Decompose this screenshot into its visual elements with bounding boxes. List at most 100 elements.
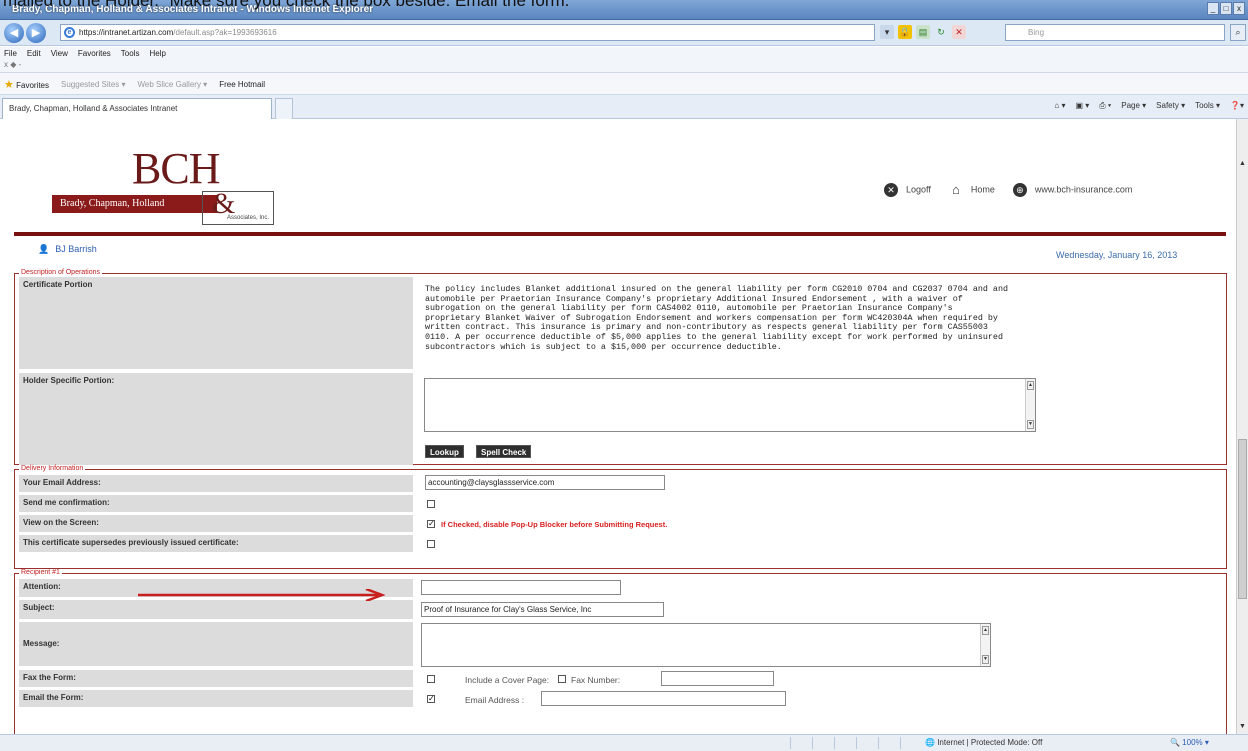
scroll-thumb[interactable]: [1238, 439, 1247, 599]
supersede-label: This certificate supersedes previously i…: [19, 535, 413, 552]
new-tab-button[interactable]: [275, 98, 293, 119]
description-section: Description of Operations Certificate Po…: [14, 269, 1227, 465]
tab-bar: Brady, Chapman, Holland & Associates Int…: [0, 95, 1248, 119]
certificate-text: The policy includes Blanket additional i…: [425, 284, 1008, 352]
fax-number-input[interactable]: [661, 671, 774, 686]
subject-label: Subject:: [19, 600, 413, 619]
holder-textarea[interactable]: ▲ ▼: [424, 378, 1036, 432]
lookup-button[interactable]: Lookup: [425, 445, 464, 458]
bch-logo: BCH Brady, Chapman, Holland & Associates…: [52, 143, 282, 229]
popup-warning: If Checked, disable Pop-Up Blocker befor…: [441, 520, 668, 529]
dropdown-icon[interactable]: ▾: [880, 25, 894, 39]
fax-number-label: Fax Number:: [571, 675, 621, 685]
url-host: https://intranet.artizan.com: [79, 28, 174, 37]
delivery-legend: Delivery Information: [21, 465, 84, 472]
logoff-icon: ✕: [884, 183, 898, 197]
security-zone[interactable]: 🌐 Internet | Protected Mode: Off: [925, 738, 1042, 747]
send-confirm-checkbox[interactable]: [427, 500, 435, 508]
message-textarea[interactable]: ▲ ▼: [421, 623, 991, 667]
email-form-checkbox[interactable]: ✓: [427, 695, 435, 703]
menu-tools[interactable]: Tools: [121, 49, 140, 58]
address-buttons: ▾ 🔒 ▤ ↻ ✕: [880, 25, 966, 39]
lock-icon[interactable]: 🔒: [898, 25, 912, 39]
subject-input[interactable]: Proof of Insurance for Clay's Glass Serv…: [421, 602, 664, 617]
globe-icon: 🌐: [925, 738, 935, 747]
safety-menu[interactable]: Safety ▾: [1156, 101, 1185, 111]
header-links: ✕ Logoff ⌂ Home ⊕ www.bch-insurance.com: [884, 183, 1132, 197]
tools-menu[interactable]: Tools ▾: [1195, 101, 1220, 111]
free-hotmail-link[interactable]: Free Hotmail: [219, 80, 265, 89]
description-legend: Description of Operations: [21, 269, 100, 276]
supersede-checkbox[interactable]: [427, 540, 435, 548]
holder-scrollbar[interactable]: ▲ ▼: [1025, 379, 1035, 431]
compat-view-icon[interactable]: ▤: [916, 25, 930, 39]
email-address-label: Email Address :: [465, 695, 525, 705]
feeds-icon[interactable]: ▣ ▾: [1075, 101, 1089, 111]
current-date: Wednesday, January 16, 2013: [1056, 250, 1178, 260]
menu-edit[interactable]: Edit: [27, 49, 41, 58]
suggested-sites-link[interactable]: Suggested Sites ▾: [61, 80, 126, 89]
fax-label: Fax the Form:: [19, 670, 413, 687]
scroll-up-icon[interactable]: ▲: [1238, 159, 1247, 169]
user-name[interactable]: 👤 BJ Barrish: [38, 244, 97, 255]
search-input[interactable]: Bing: [1005, 24, 1225, 41]
spellcheck-button[interactable]: Spell Check: [476, 445, 532, 458]
menu-bar: File Edit View Favorites Tools Help x ◆ …: [0, 47, 1248, 73]
page-menu[interactable]: Page ▾: [1121, 101, 1146, 111]
url-path: /default.asp?ak=1993693616: [173, 28, 277, 37]
email-input[interactable]: accounting@claysglassservice.com: [425, 475, 665, 490]
user-icon: 👤: [38, 244, 50, 254]
cover-page-label: Include a Cover Page:: [465, 675, 550, 685]
url-input[interactable]: e https://intranet.artizan.com/default.a…: [60, 24, 875, 41]
menu-view[interactable]: View: [51, 49, 68, 58]
view-screen-checkbox[interactable]: ✓: [427, 520, 435, 528]
stop-icon[interactable]: ✕: [952, 25, 966, 39]
fax-checkbox[interactable]: [427, 675, 435, 683]
attention-input[interactable]: [421, 580, 621, 595]
header-rule: [14, 232, 1226, 236]
refresh-icon[interactable]: ↻: [934, 25, 948, 39]
print-icon[interactable]: ⎙ ▾: [1099, 101, 1111, 111]
recipient-legend: Recipient #1: [21, 569, 60, 576]
logo-assoc: Associates, Inc.: [227, 215, 270, 221]
web-slice-gallery-link[interactable]: Web Slice Gallery ▾: [138, 80, 208, 89]
star-icon: ★: [4, 79, 14, 91]
menu-help[interactable]: Help: [149, 49, 165, 58]
scroll-down-icon[interactable]: ▼: [1238, 722, 1247, 732]
home-menu-icon[interactable]: ⌂ ▾: [1054, 101, 1065, 111]
convert-toolbar[interactable]: x ◆ -: [4, 60, 21, 69]
overlay-instruction-text: mailed to the Holder." Make sure you che…: [3, 0, 570, 10]
back-arrow-icon[interactable]: ◀: [4, 23, 24, 43]
delivery-section: Delivery Information Your Email Address:…: [14, 465, 1227, 569]
address-bar: ◀ ▶ e https://intranet.artizan.com/defau…: [0, 20, 1248, 46]
ie-icon: e: [64, 27, 75, 38]
menu-file[interactable]: File: [4, 49, 17, 58]
certificate-label: Certificate Portion: [19, 277, 413, 369]
command-bar: ⌂ ▾ ▣ ▾ ⎙ ▾ Page ▾ Safety ▾ Tools ▾ ❓▾: [1054, 101, 1244, 111]
forward-arrow-icon[interactable]: ▶: [26, 23, 46, 43]
red-arrow-annotation: [138, 589, 386, 601]
home-link[interactable]: ⌂ Home: [949, 183, 995, 197]
website-link[interactable]: ⊕ www.bch-insurance.com: [1012, 183, 1132, 197]
message-label: Message:: [19, 622, 413, 666]
logoff-link[interactable]: ✕ Logoff: [884, 183, 931, 197]
email-label: Your Email Address:: [19, 475, 413, 492]
logo-title: BCH: [132, 144, 220, 193]
message-scrollbar[interactable]: ▲ ▼: [980, 624, 990, 666]
cover-page-checkbox[interactable]: [558, 675, 566, 683]
home-icon: ⌂: [951, 182, 960, 197]
page-scrollbar[interactable]: ▲ ▼: [1236, 119, 1248, 734]
favorites-button[interactable]: ★ Favorites: [4, 78, 49, 91]
status-bar: 🌐 Internet | Protected Mode: Off 🔍 100% …: [0, 734, 1248, 751]
email-address-input[interactable]: [541, 691, 786, 706]
favorites-bar: ★ Favorites Suggested Sites ▾ Web Slice …: [0, 73, 1248, 95]
tab-intranet[interactable]: Brady, Chapman, Holland & Associates Int…: [2, 98, 272, 119]
send-confirm-label: Send me confirmation:: [19, 495, 413, 512]
email-form-label: Email the Form:: [19, 690, 413, 707]
view-screen-label: View on the Screen:: [19, 515, 413, 532]
help-menu[interactable]: ❓▾: [1230, 101, 1244, 111]
zoom-level[interactable]: 🔍 100% ▾: [1170, 738, 1209, 747]
search-icon[interactable]: ⌕: [1230, 24, 1246, 41]
globe-icon: ⊕: [1012, 183, 1027, 197]
menu-favorites[interactable]: Favorites: [78, 49, 111, 58]
